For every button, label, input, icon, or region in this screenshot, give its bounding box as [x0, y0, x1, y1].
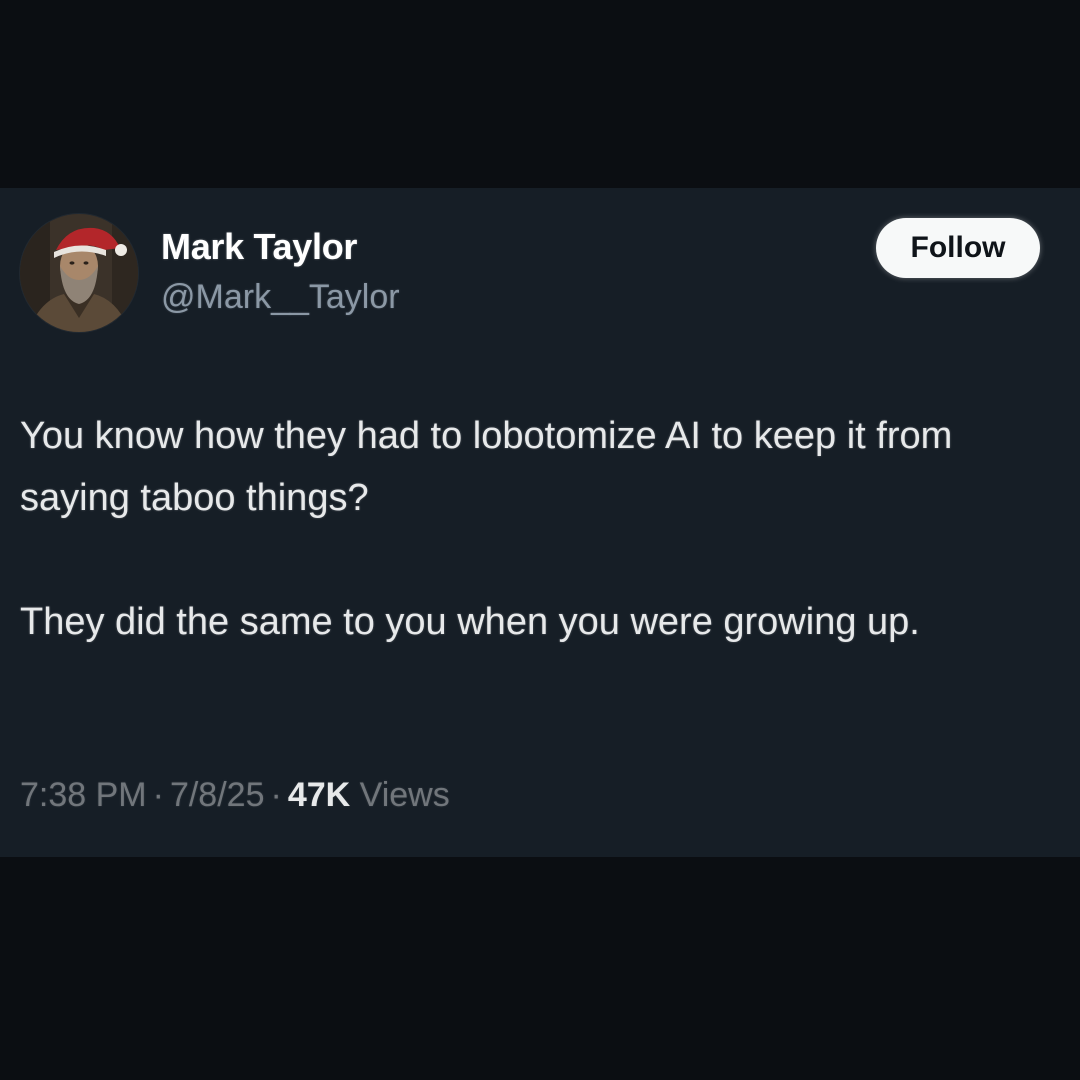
- tweet-date[interactable]: 7/8/25: [170, 776, 265, 814]
- follow-button[interactable]: Follow: [876, 218, 1040, 278]
- avatar-portrait-icon: [20, 214, 138, 332]
- user-handle[interactable]: @Mark__Taylor: [161, 278, 400, 317]
- tweet-metadata: 7:38 PM · 7/8/25 · 47K Views: [20, 776, 450, 815]
- separator-dot: ·: [152, 776, 164, 814]
- tweet-card: Mark Taylor @Mark__Taylor Follow You kno…: [0, 188, 1080, 857]
- tweet-time[interactable]: 7:38 PM: [20, 776, 147, 814]
- user-avatar[interactable]: [20, 214, 138, 332]
- tweet-text: You know how they had to lobotomize AI t…: [20, 405, 1065, 653]
- user-display-name[interactable]: Mark Taylor: [161, 226, 357, 268]
- views-count[interactable]: 47K: [288, 776, 350, 814]
- tweet-paragraph: They did the same to you when you were g…: [20, 601, 920, 643]
- separator-dot: ·: [270, 776, 282, 814]
- tweet-paragraph: You know how they had to lobotomize AI t…: [20, 415, 953, 519]
- views-label[interactable]: Views: [360, 776, 450, 814]
